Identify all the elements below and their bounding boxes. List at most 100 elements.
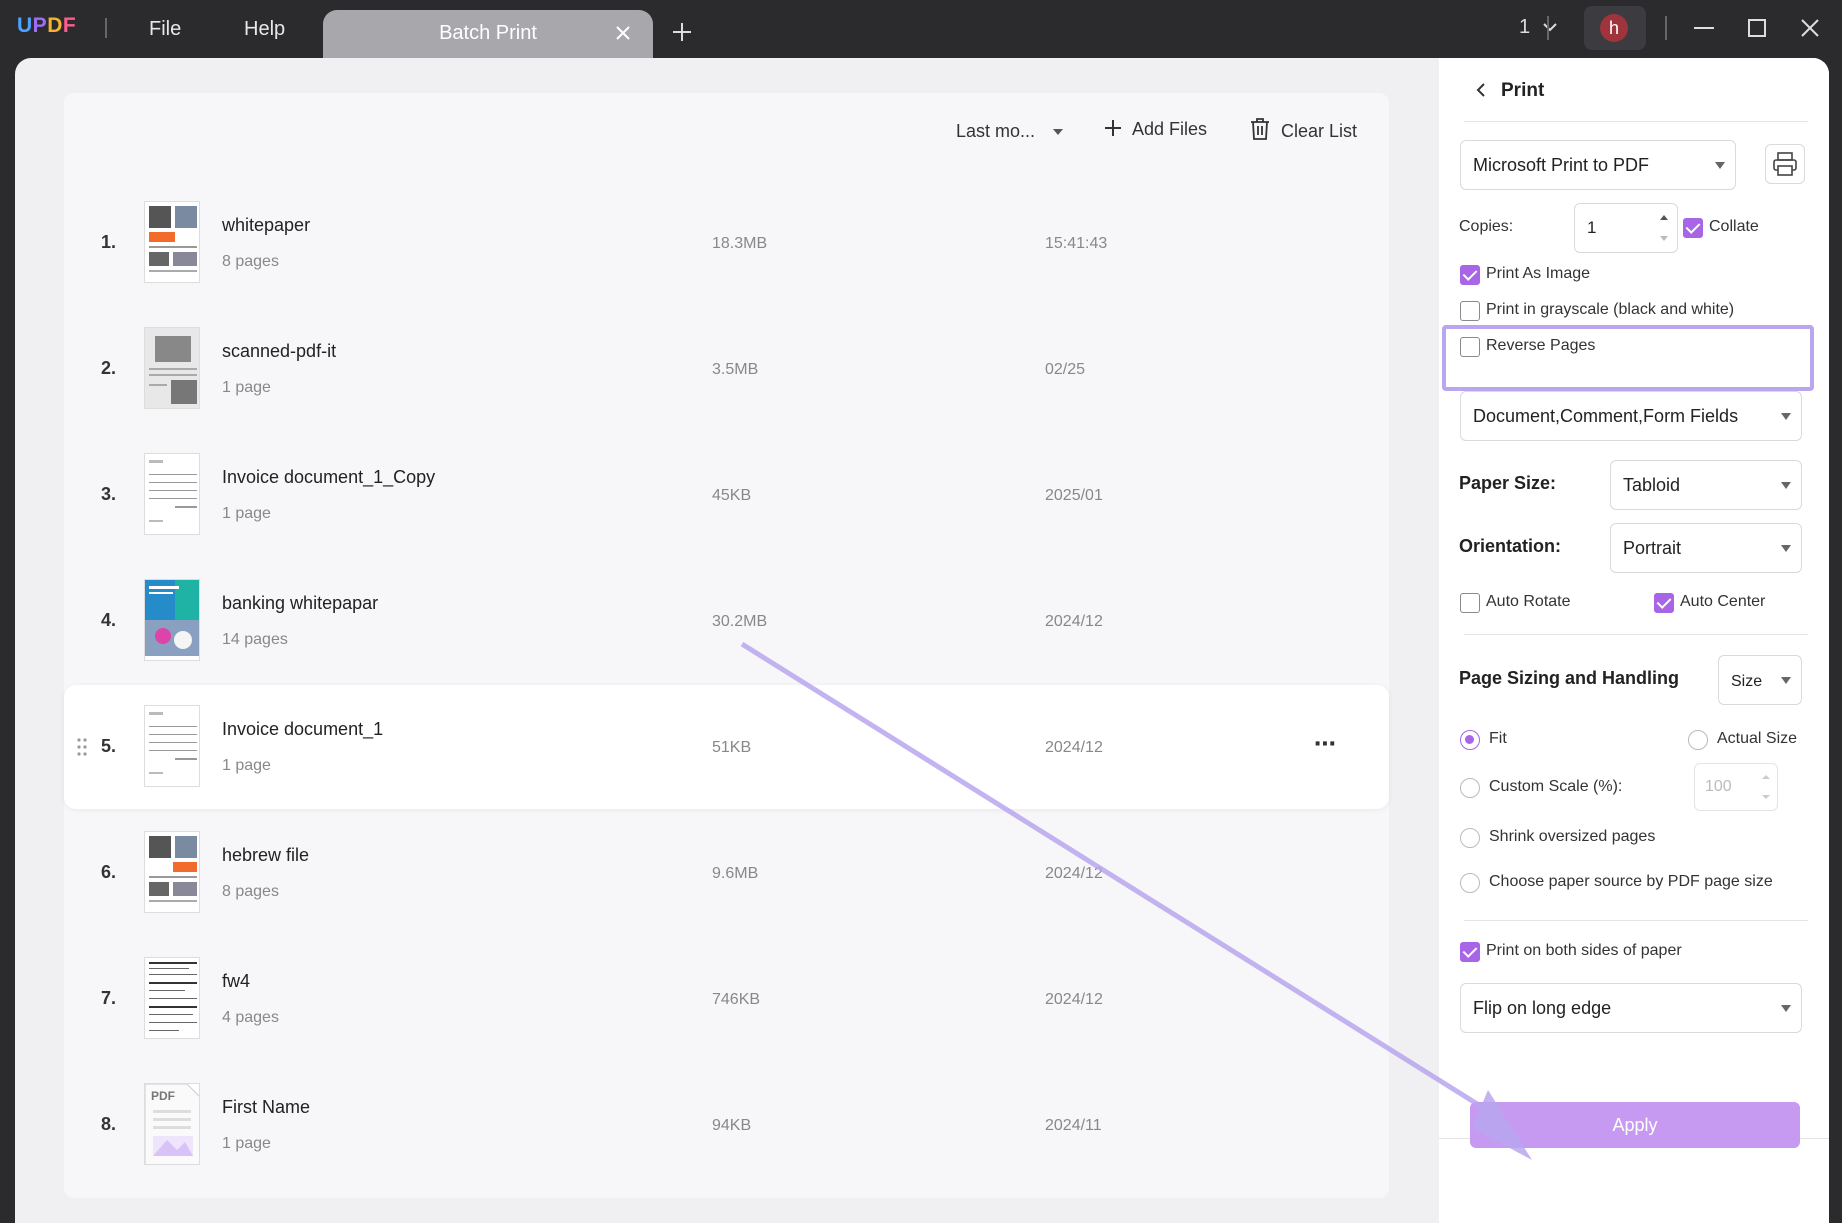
file-date: 15:41:43 <box>1045 235 1108 252</box>
file-row[interactable]: 4. banking whitepapar 14 pages 30.2MB 2024/1… <box>64 559 1389 683</box>
paper-source-radio[interactable] <box>1460 873 1480 893</box>
actual-size-radio[interactable] <box>1688 730 1708 750</box>
file-size: 3.5MB <box>712 361 759 378</box>
file-name: Invoice document_1 <box>222 719 384 739</box>
file-list-panel: Last mo... Add Files Clear List 1. whitep… <box>64 93 1389 1198</box>
content-select[interactable]: Document,Comment,Form Fields <box>1460 391 1802 441</box>
highlight-box <box>1442 325 1814 391</box>
print-header[interactable]: Print <box>1475 80 1544 102</box>
sort-label: Last mo... <box>956 121 1036 141</box>
fit-radio[interactable] <box>1460 730 1480 750</box>
sizing-mode-select[interactable]: Size <box>1718 655 1802 705</box>
title-separator <box>1665 16 1667 40</box>
printer-properties-button[interactable] <box>1765 144 1805 184</box>
printer-select[interactable]: Microsoft Print to PDF <box>1460 140 1736 190</box>
stepper-icon[interactable] <box>1659 212 1669 244</box>
collate-checkbox[interactable] <box>1683 218 1703 238</box>
file-date: 2024/12 <box>1045 865 1103 882</box>
shrink-label: Shrink oversized pages <box>1489 828 1656 845</box>
caret-down-icon <box>1781 482 1791 489</box>
page-selector[interactable]: 1 <box>1519 16 1558 39</box>
more-options-icon[interactable]: ⋯ <box>1314 731 1337 757</box>
paper-size-label: Paper Size: <box>1459 473 1557 493</box>
content-value: Document,Comment,Form Fields <box>1473 406 1739 426</box>
apply-bar <box>1439 1138 1829 1223</box>
clear-list-button[interactable]: Clear List <box>1249 117 1357 142</box>
file-row[interactable]: 3. Invoice document_1_Copy 1 page 45KB 2025/… <box>64 433 1389 557</box>
file-row[interactable]: 7. fw4 4 pages 746KB 2024/12 <box>64 937 1389 1061</box>
file-row[interactable]: 6. hebrew file 8 pages 9.6MB 2024/12 <box>64 811 1389 935</box>
main-area: Last mo... Add Files Clear List 1. whitep… <box>15 58 1829 1223</box>
collate-label: Collate <box>1709 218 1759 235</box>
sizing-mode-value: Size <box>1731 673 1763 690</box>
paper-size-value: Tabloid <box>1623 475 1681 495</box>
back-arrow-icon[interactable] <box>1475 82 1487 98</box>
file-pages: 8 pages <box>222 253 279 270</box>
custom-scale-input[interactable]: 100 <box>1694 763 1778 811</box>
minimize-icon[interactable] <box>1692 16 1716 40</box>
page-indicator: 1 <box>1519 16 1531 38</box>
row-number: 3. <box>101 484 117 504</box>
file-name: First Name <box>222 1097 311 1117</box>
file-pages: 1 page <box>222 379 271 396</box>
file-pages: 1 page <box>222 505 271 522</box>
file-thumbnail <box>144 327 200 409</box>
close-window-icon[interactable] <box>1798 16 1822 40</box>
close-tab-icon[interactable] <box>613 23 633 43</box>
file-thumbnail: PDF <box>144 1083 200 1165</box>
file-row[interactable]: 5. Invoice document_1 1 page 51KB 2024/12 ⋯ <box>64 685 1389 809</box>
avatar[interactable]: h <box>1584 6 1646 50</box>
row-number: 6. <box>101 862 117 882</box>
file-row[interactable]: 1. whitepaper 8 pages 18.3MB 15:41:43 <box>64 181 1389 305</box>
file-size: 18.3MB <box>712 235 768 252</box>
plus-icon <box>1105 120 1121 136</box>
tab-batch-print[interactable]: Batch Print <box>323 10 653 58</box>
stepper-icon[interactable] <box>1761 772 1771 802</box>
file-pages: 8 pages <box>222 883 279 900</box>
grayscale-checkbox[interactable] <box>1460 301 1480 321</box>
shrink-radio[interactable] <box>1460 828 1480 848</box>
file-thumbnail <box>144 831 200 913</box>
menu-help[interactable]: Help <box>244 18 285 41</box>
divider <box>1464 121 1808 122</box>
drag-handle-icon[interactable] <box>76 737 88 757</box>
file-date: 02/25 <box>1045 361 1086 378</box>
add-files-button[interactable]: Add Files <box>1104 119 1207 140</box>
both-sides-checkbox[interactable] <box>1460 942 1480 962</box>
file-name: scanned-pdf-it <box>222 341 337 361</box>
menu-file[interactable]: File <box>149 18 181 41</box>
row-number: 7. <box>101 988 117 1008</box>
sort-dropdown[interactable]: Last mo... <box>956 121 1064 142</box>
paper-size-select[interactable]: Tabloid <box>1610 460 1802 510</box>
print-settings-panel: Print Microsoft Print to PDF Copies: 1 C… <box>1439 58 1829 1223</box>
caret-down-icon <box>1781 1005 1791 1012</box>
caret-down-icon <box>1781 545 1791 552</box>
file-row[interactable]: 8. PDF First Name 1 page 94KB 2024/11 <box>64 1063 1389 1187</box>
apply-button[interactable]: Apply <box>1470 1102 1800 1148</box>
trash-icon <box>1251 118 1269 140</box>
auto-center-checkbox[interactable] <box>1654 593 1674 613</box>
file-size: 9.6MB <box>712 865 759 882</box>
file-row[interactable]: 2. scanned-pdf-it 1 page 3.5MB 02/25 <box>64 307 1389 431</box>
print-title: Print <box>1501 80 1545 101</box>
sizing-title: Page Sizing and Handling <box>1459 668 1680 688</box>
maximize-icon[interactable] <box>1745 16 1769 40</box>
file-pages: 14 pages <box>222 631 288 648</box>
file-date: 2024/12 <box>1045 613 1103 630</box>
printer-value: Microsoft Print to PDF <box>1473 155 1650 175</box>
flip-select[interactable]: Flip on long edge <box>1460 983 1802 1033</box>
print-as-image-checkbox[interactable] <box>1460 265 1480 285</box>
new-tab-icon[interactable] <box>670 20 694 44</box>
file-name: fw4 <box>222 971 251 991</box>
orientation-select[interactable]: Portrait <box>1610 523 1802 573</box>
custom-scale-value: 100 <box>1705 778 1732 795</box>
divider <box>1464 920 1808 921</box>
auto-rotate-checkbox[interactable] <box>1460 593 1480 613</box>
copies-input[interactable]: 1 <box>1574 203 1678 253</box>
row-number: 1. <box>101 232 117 252</box>
file-date: 2024/12 <box>1045 739 1103 756</box>
custom-scale-radio[interactable] <box>1460 778 1480 798</box>
caret-down-icon <box>1053 129 1064 135</box>
title-bar: UPDF File Help Batch Print 1 h <box>0 0 1842 58</box>
orientation-value: Portrait <box>1623 538 1682 558</box>
